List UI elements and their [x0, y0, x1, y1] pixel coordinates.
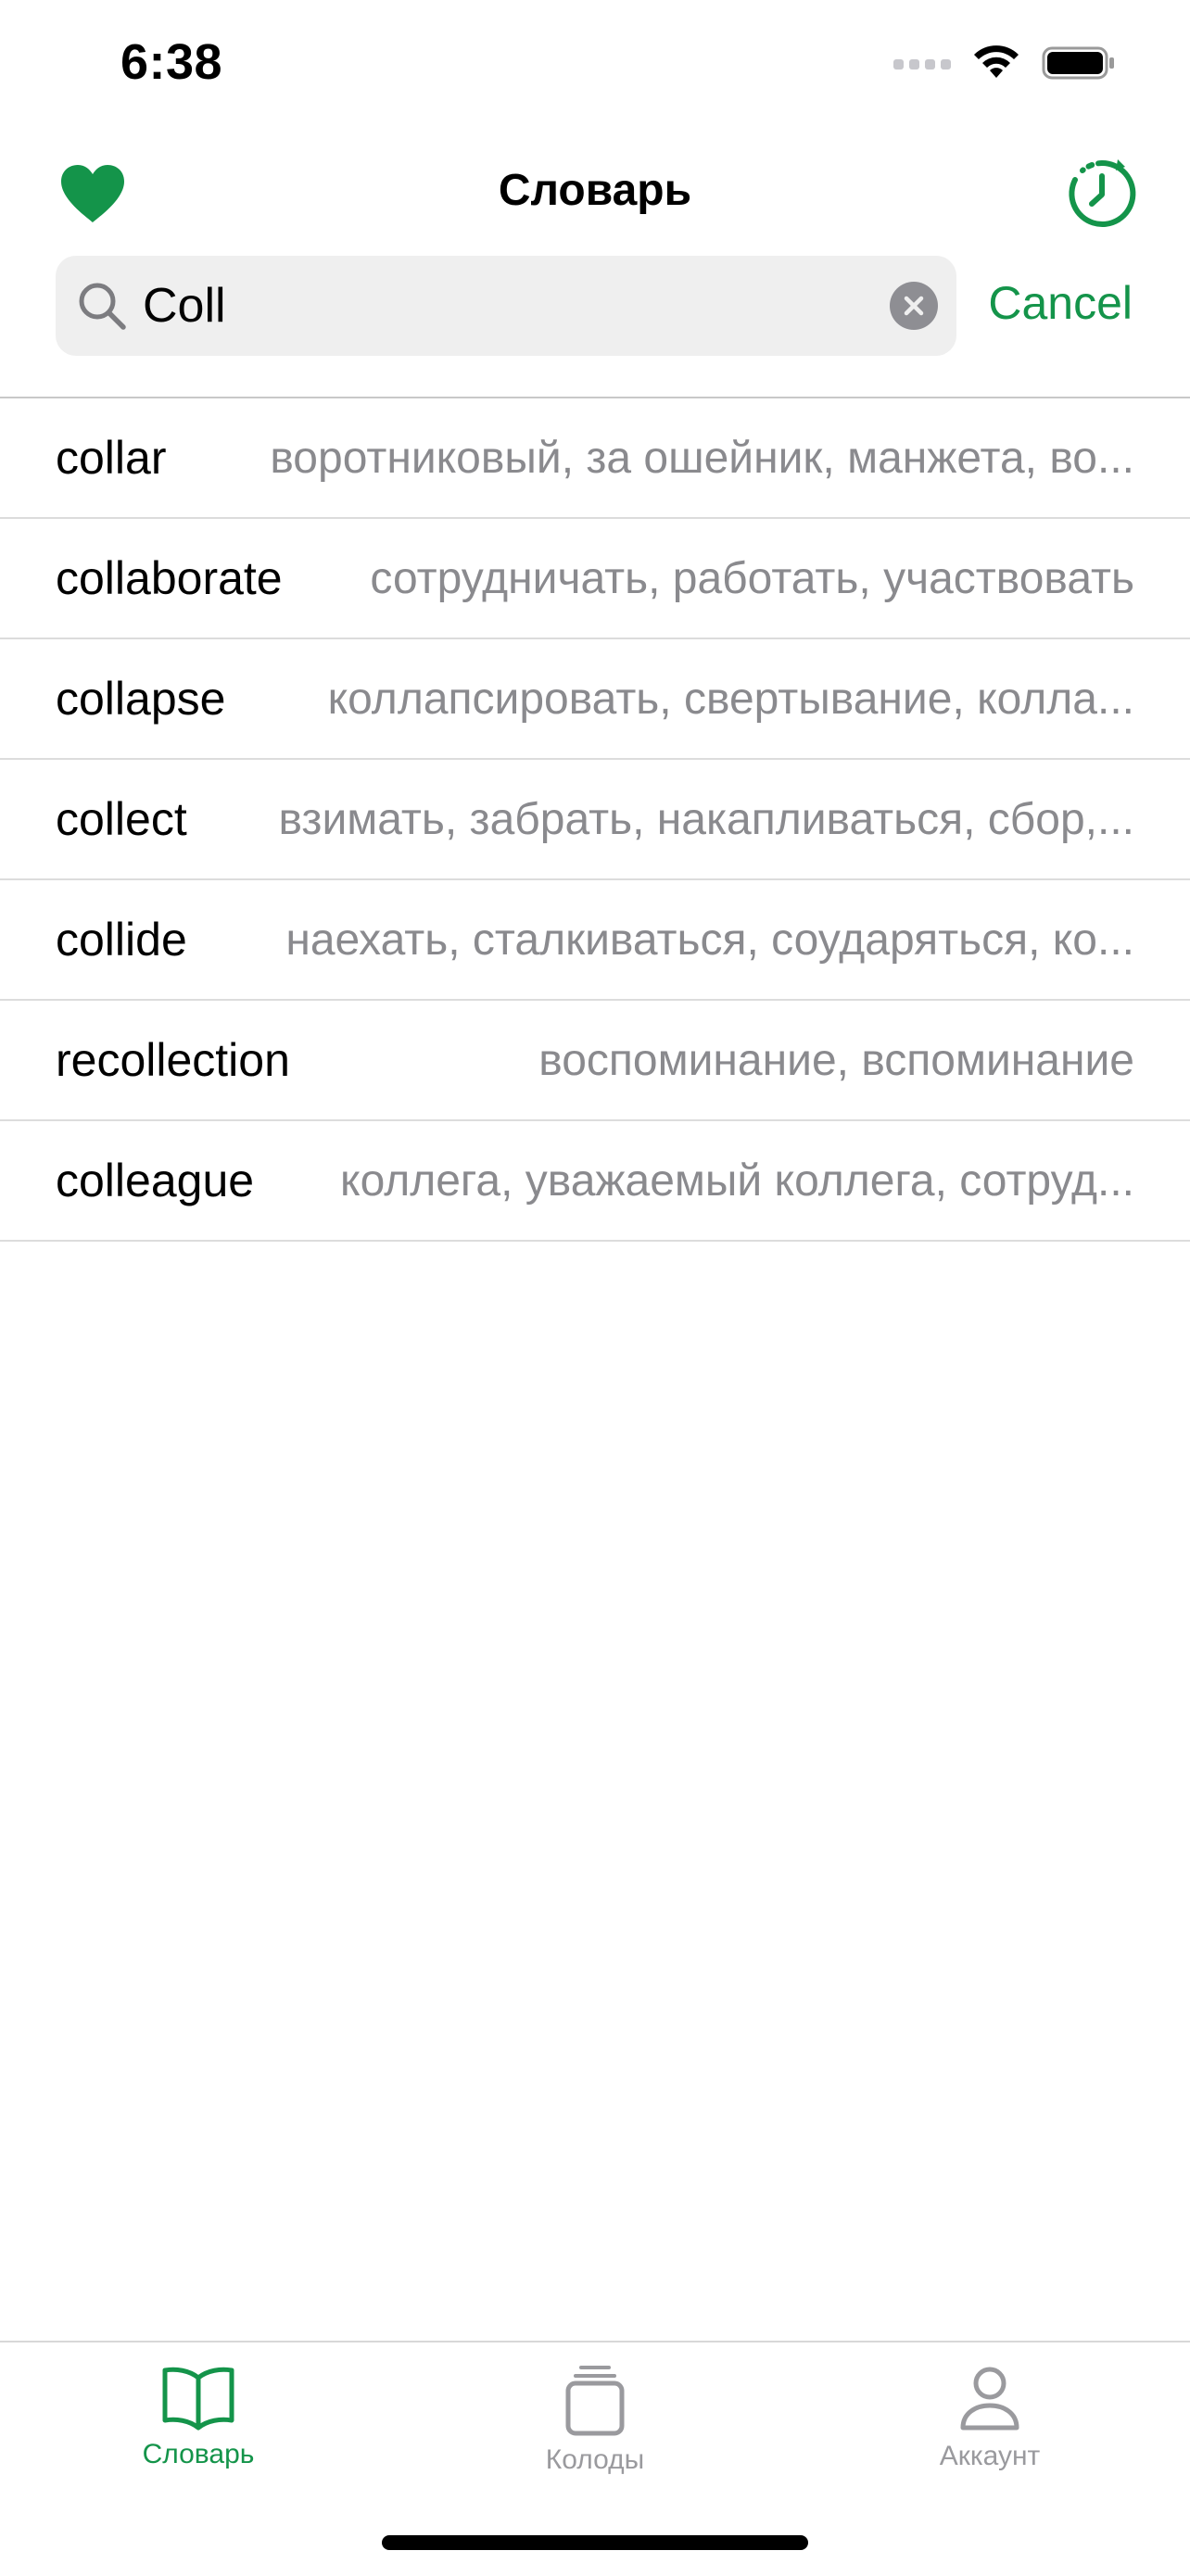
status-icons	[893, 44, 1116, 82]
close-icon	[904, 296, 924, 316]
list-item[interactable]: collaborate сотрудничать, работать, учас…	[0, 519, 1190, 639]
results-list: collar воротниковый, за ошейник, манжета…	[0, 397, 1190, 1242]
battery-icon	[1042, 46, 1114, 80]
navigation-bar: Словарь	[0, 139, 1190, 250]
page-title: Словарь	[498, 166, 692, 215]
result-translation: воспоминание, вспоминание	[538, 1035, 1134, 1085]
result-translation: коллапсировать, свертывание, колла...	[327, 674, 1134, 724]
tab-account[interactable]: Аккаунт	[851, 2363, 1129, 2472]
tab-label: Аккаунт	[939, 2441, 1041, 2471]
status-bar: 6:38	[0, 0, 1190, 130]
tab-decks[interactable]: Колоды	[456, 2363, 734, 2476]
tab-label: Словарь	[142, 2439, 255, 2469]
list-item[interactable]: recollection воспоминание, вспоминание	[0, 1001, 1190, 1121]
tab-label: Колоды	[545, 2444, 645, 2475]
result-word: recollection	[56, 1034, 290, 1086]
list-item[interactable]: collide наехать, сталкиваться, соударять…	[0, 880, 1190, 1001]
cancel-button[interactable]: Cancel	[988, 276, 1133, 330]
result-translation: коллега, уважаемый коллега, сотруд...	[340, 1155, 1134, 1206]
search-row: Cancel	[0, 256, 1190, 356]
search-input[interactable]	[143, 256, 921, 356]
history-clock-icon	[1069, 159, 1136, 227]
history-button[interactable]	[1064, 156, 1140, 232]
person-icon	[960, 2367, 1019, 2431]
signal-icon	[893, 57, 951, 69]
result-word: colleague	[56, 1155, 255, 1206]
result-word: collaborate	[56, 552, 283, 604]
result-word: collide	[56, 914, 187, 966]
clear-search-button[interactable]	[890, 282, 938, 330]
result-translation: наехать, сталкиваться, соударяться, ко..…	[285, 915, 1134, 965]
result-word: collapse	[56, 673, 226, 725]
tab-dictionary[interactable]: Словарь	[59, 2363, 337, 2470]
book-icon	[162, 2367, 234, 2431]
result-translation: взимать, забрать, накапливаться, сбор,..…	[278, 794, 1134, 844]
list-item[interactable]: colleague коллега, уважаемый коллега, со…	[0, 1121, 1190, 1242]
result-translation: воротниковый, за ошейник, манжета, во...	[270, 433, 1134, 483]
wifi-icon	[974, 45, 1019, 78]
list-item[interactable]: collect взимать, забрать, накапливаться,…	[0, 760, 1190, 880]
search-icon	[79, 283, 126, 330]
list-item[interactable]: collar воротниковый, за ошейник, манжета…	[0, 398, 1190, 519]
search-field[interactable]	[56, 256, 956, 356]
result-word: collar	[56, 432, 167, 484]
cards-stack-icon	[565, 2366, 625, 2436]
status-time: 6:38	[120, 34, 223, 90]
list-item[interactable]: collapse коллапсировать, свертывание, ко…	[0, 639, 1190, 760]
result-translation: сотрудничать, работать, участвовать	[370, 553, 1134, 603]
result-word: collect	[56, 793, 187, 845]
home-indicator	[382, 2535, 808, 2550]
